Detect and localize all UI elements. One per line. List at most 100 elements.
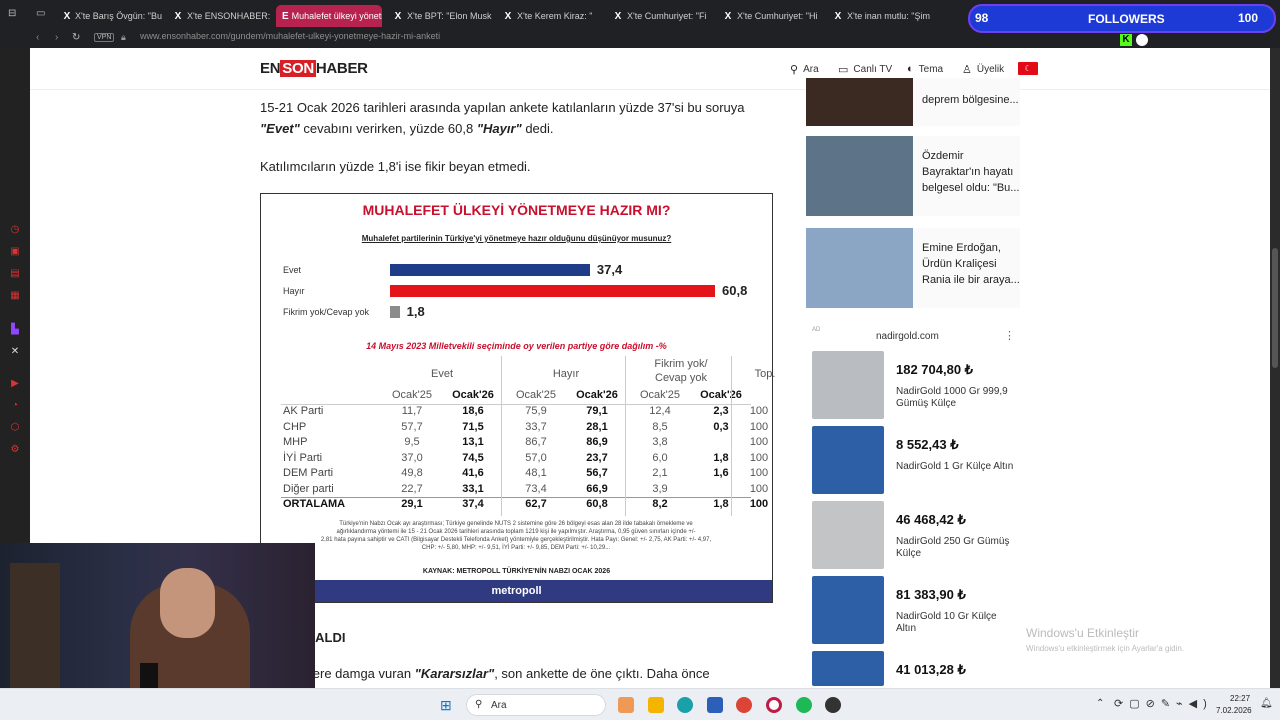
browser-tab[interactable]: X X'te Kerem Kiraz: " (496, 5, 602, 27)
ad-price[interactable]: 182 704,80 ₺ (896, 362, 973, 378)
story-thumbnail[interactable] (806, 228, 913, 308)
browser-tab[interactable]: E Muhalefet ülkeyi yönetm (276, 5, 382, 27)
clock-icon[interactable]: ◔ (9, 400, 21, 412)
url-text[interactable]: www.ensonhaber.com/gundem/muhalefet-ulke… (140, 31, 440, 41)
followers-label: FOLLOWERS (1088, 12, 1165, 26)
activation-title: Windows'u Etkinleştir (1026, 626, 1139, 640)
edge-icon[interactable] (677, 697, 693, 713)
ad-product-image[interactable] (812, 426, 884, 494)
ad-price[interactable]: 46 468,42 ₺ (896, 512, 966, 528)
back-icon[interactable]: ‹ (36, 32, 39, 43)
widgets-icon[interactable] (618, 697, 634, 713)
ad-menu-icon[interactable]: ⋮ (1004, 329, 1015, 342)
workspace-icon[interactable]: ⊟ (8, 8, 16, 19)
ad-product-name[interactable]: NadirGold 250 Gr Gümüş Külçe (896, 536, 1016, 560)
note-line: ağırlıklandırma yöntemi ile 15 - 21 Ocak… (336, 529, 696, 535)
player-icon[interactable]: ▦ (9, 290, 21, 302)
table-cell: 57,0 (525, 451, 547, 464)
bar-0 (390, 264, 590, 276)
table-cell: 3,9 (652, 482, 668, 495)
play-icon[interactable]: ▶ (9, 378, 21, 390)
ad-product-image[interactable] (812, 651, 884, 686)
nav-search[interactable]: ⚲ Ara (790, 63, 819, 76)
x-logo-icon: X (174, 10, 182, 22)
page-scrollbar[interactable] (1270, 48, 1280, 688)
ad-product-image[interactable] (812, 351, 884, 419)
clock-date[interactable]: 7.02.2026 (1216, 706, 1252, 715)
vpn-badge[interactable]: VPN (94, 33, 115, 42)
browser-tab[interactable]: X X'te Cumhuriyet: "Hi (716, 5, 822, 27)
para-text: dedi. (521, 121, 554, 136)
table-cell: 73,4 (525, 482, 547, 495)
para-text: cevabını verirken, yüzde 60,8 (299, 121, 477, 136)
cube-icon[interactable]: ⬡ (9, 422, 21, 434)
messages-icon[interactable]: ▤ (9, 268, 21, 280)
browser-tab[interactable]: X X'te Barış Övgün: "Bu (56, 5, 162, 27)
store-icon[interactable] (707, 697, 723, 713)
table-cell: 49,8 (401, 467, 423, 479)
browser-tab[interactable]: X X'te inan mutlu: "Şim (826, 5, 932, 27)
bar-category-label: Fikrim yok/Cevap yok (283, 307, 370, 317)
table-group-header: Fikrim yok/ Cevap yok (654, 358, 708, 384)
ad-price[interactable]: 81 383,90 ₺ (896, 587, 966, 603)
browser-tab[interactable]: X X'te BPT: "Elon Musk (386, 5, 492, 27)
ad-domain[interactable]: nadirgold.com (876, 331, 939, 342)
settings-icon[interactable]: ⚙ (9, 444, 21, 456)
x-icon[interactable]: ✕ (9, 346, 21, 358)
shelf (10, 563, 60, 703)
spotify-icon[interactable] (796, 697, 812, 713)
nav-theme[interactable]: ◐ Tema (907, 63, 943, 75)
table-row-label: CHP (283, 420, 307, 433)
twitch-icon[interactable]: ▙ (9, 324, 21, 336)
search-placeholder: Ara (491, 700, 507, 711)
start-icon[interactable]: ⊞ (440, 697, 452, 714)
browser-tab[interactable]: X X'te Cumhuriyet: "Fi (606, 5, 712, 27)
turkey-flag-icon[interactable]: ☾ (1018, 62, 1038, 75)
nav-label: Ara (803, 64, 819, 75)
nav-membership[interactable]: ♙ Üyelik (962, 63, 1004, 76)
browser-tab[interactable]: X X'te ENSONHABER: (166, 5, 272, 27)
story-title[interactable]: Emine Erdoğan, Ürdün Kraliçesi Rania ile… (922, 240, 1022, 288)
kick-icon[interactable]: K (1120, 34, 1132, 46)
folder-icon[interactable] (648, 697, 664, 713)
story-title[interactable]: deprem bölgesine... (922, 92, 1022, 108)
ad-price[interactable]: 8 552,43 ₺ (896, 437, 959, 453)
obs-icon[interactable] (825, 697, 841, 713)
taskbar-search[interactable]: ⚲ Ara (466, 694, 606, 716)
tray-chevron-icon[interactable]: ⌃ (1096, 698, 1104, 709)
activation-text: Windows'u etkinleştirmek için Ayarlar'a … (1026, 644, 1185, 653)
answer-no: "Hayır" (476, 121, 522, 136)
nav-label: Tema (918, 63, 944, 75)
bag-icon[interactable]: ▣ (9, 246, 21, 258)
site-header: EN SON HABER ⚲ Ara ▭ Canlı TV ◐ Tema ♙ Üyelik … (30, 48, 1270, 90)
ad-product-image[interactable] (812, 501, 884, 569)
poll-figure: MUHALEFET ÜLKEYİ YÖNETMEYE HAZIR MI? Muh… (260, 193, 775, 603)
table-cell: 100 (749, 451, 769, 464)
opera-icon[interactable] (766, 697, 782, 713)
para-text: , son ankette de öne çıktı. Daha önce (494, 666, 710, 681)
ad-product-image[interactable] (812, 576, 884, 644)
extension-icon[interactable] (1136, 34, 1148, 46)
forward-icon[interactable]: › (55, 32, 58, 43)
ad-product-name[interactable]: NadirGold 10 Gr Külçe Altın (896, 611, 1016, 635)
bold-term: "Kararsızlar" (414, 666, 495, 681)
story-thumbnail[interactable] (806, 78, 913, 126)
site-logo[interactable]: EN SON HABER (260, 60, 368, 77)
notification-icon[interactable]: 🔔︎ (1260, 698, 1273, 709)
tab-list-icon[interactable]: ▭ (36, 8, 45, 19)
ad-price[interactable]: 41 013,28 ₺ (896, 662, 966, 678)
table-cell: 86,9 (586, 436, 608, 448)
history-icon[interactable]: ◷ (9, 224, 21, 236)
table-cell: 9,5 (404, 436, 420, 448)
nav-live-tv[interactable]: ▭ Canlı TV (838, 63, 892, 76)
story-thumbnail[interactable] (806, 136, 913, 216)
clock-time[interactable]: 22:27 (1230, 694, 1250, 703)
ad-product-name[interactable]: NadirGold 1 Gr Külçe Altın (896, 461, 1016, 473)
tray-icons[interactable]: ⟳▢⊘✎⌁◀) (1114, 697, 1213, 710)
ad-product-name[interactable]: NadirGold 1000 Gr 999,9 Gümüş Külçe (896, 386, 1016, 410)
tv-icon: ▭ (838, 64, 849, 76)
chrome-icon[interactable] (736, 697, 752, 713)
article-paragraph-1: 15-21 Ocak 2026 tarihleri arasında yapıl… (260, 97, 770, 139)
story-title[interactable]: Özdemir Bayraktar'ın hayatı belgesel old… (922, 148, 1022, 196)
reload-icon[interactable]: ↻ (72, 32, 80, 43)
